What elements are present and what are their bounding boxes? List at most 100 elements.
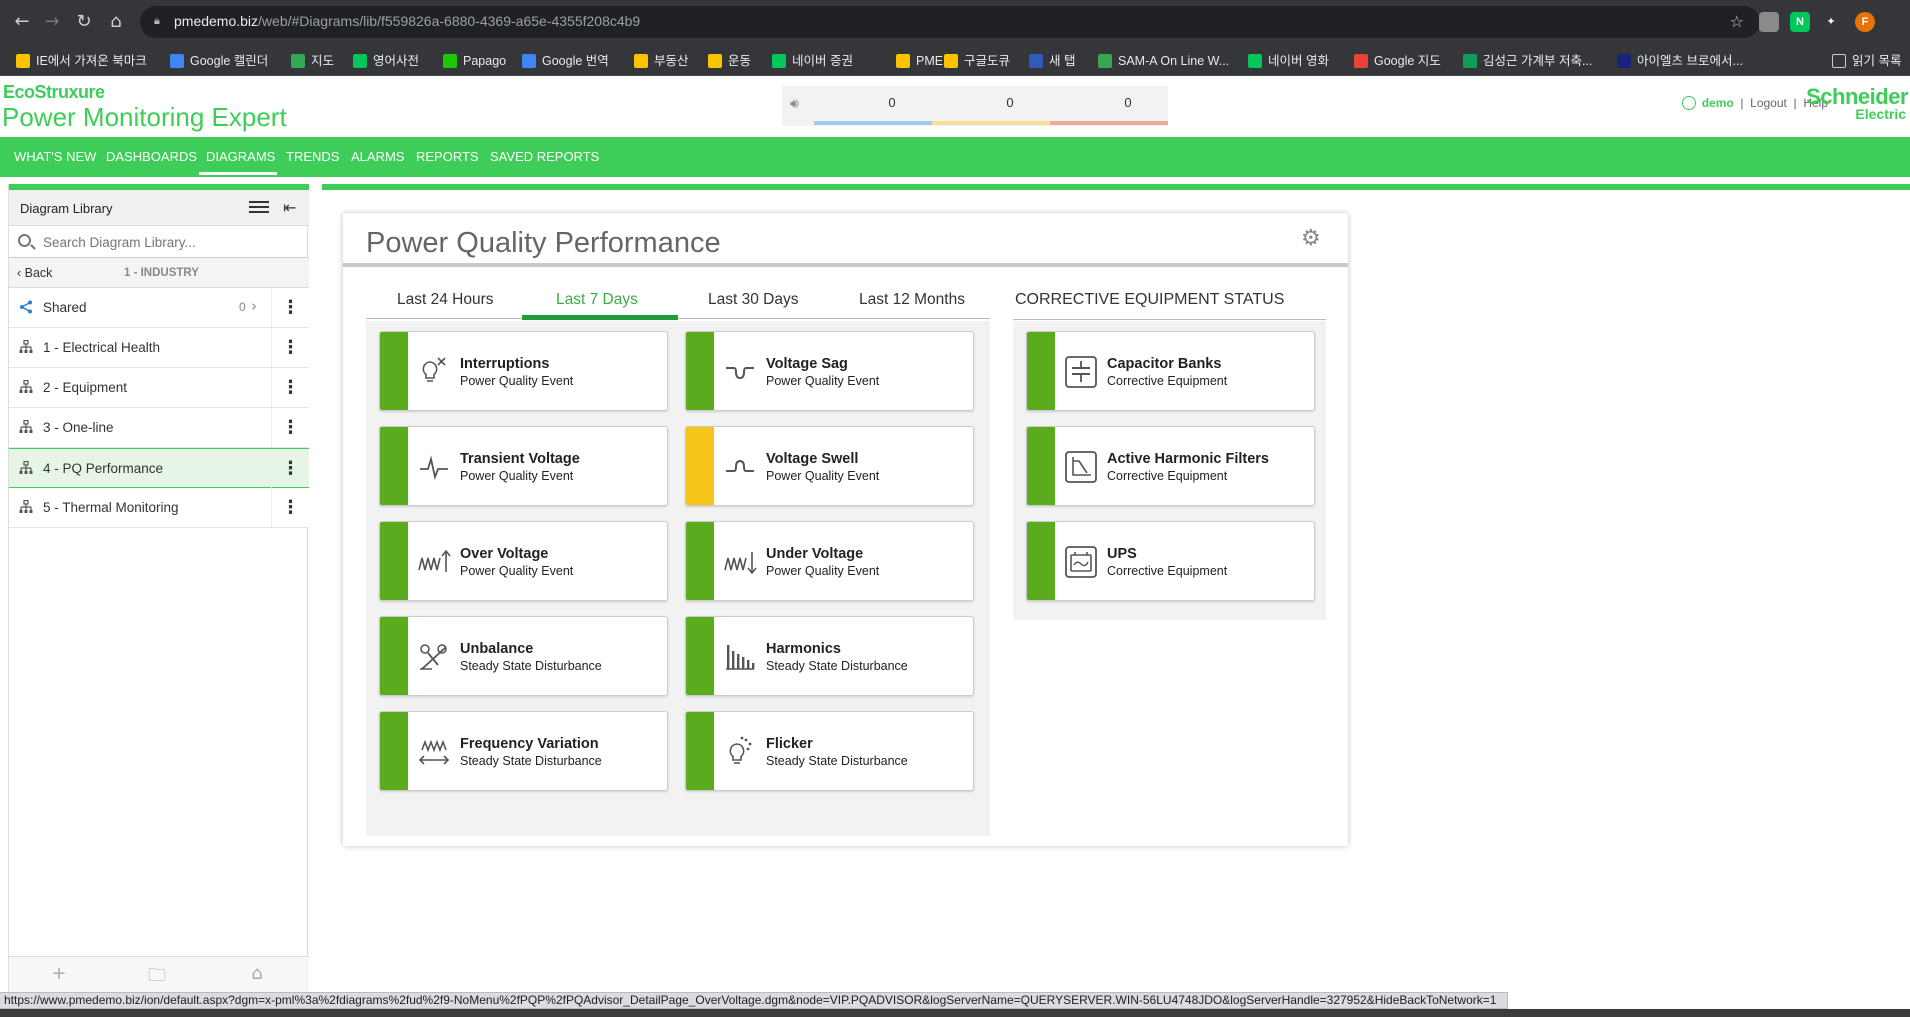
bookmark-item[interactable]: 김성근 가계부 저축...	[1461, 52, 1592, 70]
ce-tile-capacitor-banks[interactable]: Capacitor Banks Corrective Equipment	[1026, 331, 1315, 411]
alarm-bar-high	[1050, 121, 1168, 125]
bookmark-item[interactable]: IE에서 가져온 북마크	[14, 52, 147, 70]
sidebar-item-label: 2 - Equipment	[43, 380, 128, 395]
hamburger-menu-icon[interactable]	[249, 201, 269, 215]
tile-subtitle: Steady State Disturbance	[766, 754, 908, 768]
more-options-icon[interactable]: ⋮	[271, 449, 309, 488]
sidebar-item-3[interactable]: 3 - One-line ⋮	[9, 408, 309, 448]
nav-dashboards[interactable]: DASHBOARDS	[106, 149, 197, 164]
flicker-icon	[729, 736, 752, 764]
status-indicator	[380, 427, 408, 505]
bookmark-item[interactable]: 네이버 증권	[770, 52, 853, 70]
logout-link[interactable]: Logout	[1750, 96, 1787, 110]
ext-grey-icon[interactable]	[1759, 12, 1779, 32]
tab-last-7-days[interactable]: Last 7 Days	[556, 291, 638, 309]
ext-naver-icon[interactable]: N	[1790, 12, 1810, 32]
shared-count: 0	[239, 300, 246, 314]
nav-alarms[interactable]: ALARMS	[351, 149, 404, 164]
pq-tile-frequency-variation[interactable]: Frequency Variation Steady State Disturba…	[379, 711, 668, 791]
pq-tile-over-voltage[interactable]: Over Voltage Power Quality Event	[379, 521, 668, 601]
bookmark-item[interactable]: PME	[894, 52, 943, 70]
sidebar-item-label: Shared	[43, 300, 87, 315]
pq-tile-voltage-swell[interactable]: Voltage Swell Power Quality Event	[685, 426, 974, 506]
tab-last-30-days[interactable]: Last 30 Days	[708, 291, 798, 309]
bookmark-item[interactable]: 지도	[289, 52, 334, 70]
pq-tile-transient-voltage[interactable]: Transient Voltage Power Quality Event	[379, 426, 668, 506]
bookmark-item[interactable]: 새 탭	[1027, 52, 1075, 70]
voltage-swell-icon	[726, 459, 754, 472]
user-icon	[1681, 96, 1696, 110]
tab-last-12-months[interactable]: Last 12 Months	[859, 291, 965, 309]
username-link[interactable]: demo	[1702, 96, 1734, 110]
sidebar-item-shared[interactable]: Shared 0 › ⋮	[9, 288, 309, 328]
tile-subtitle: Corrective Equipment	[1107, 469, 1228, 483]
reload-icon[interactable]: ↻	[72, 10, 96, 34]
bookmark-item[interactable]: 아이엘츠 브로에서...	[1615, 52, 1743, 70]
url-text[interactable]: pmedemo.biz/web/#Diagrams/lib/f559826a-6…	[174, 13, 640, 29]
bookmark-item[interactable]: SAM-A On Line W...	[1096, 52, 1229, 70]
more-options-icon[interactable]: ⋮	[271, 368, 309, 407]
ext-puzzle-icon[interactable]: ✦	[1821, 12, 1841, 32]
hierarchy-icon	[19, 420, 33, 433]
pq-tile-harmonics[interactable]: Harmonics Steady State Disturbance	[685, 616, 974, 696]
ce-tile-ups[interactable]: UPS Corrective Equipment	[1026, 521, 1315, 601]
over-voltage-icon	[418, 549, 451, 572]
bookmark-item[interactable]: Google 번역	[520, 52, 609, 70]
bookmark-item[interactable]: 구글도큐	[942, 52, 1010, 70]
more-options-icon[interactable]: ⋮	[271, 488, 309, 527]
pq-tile-unbalance[interactable]: Unbalance Steady State Disturbance	[379, 616, 668, 696]
nav-trends[interactable]: TRENDS	[286, 149, 339, 164]
pq-tile-voltage-sag[interactable]: Voltage Sag Power Quality Event	[685, 331, 974, 411]
ext-profile-icon[interactable]: F	[1855, 12, 1875, 32]
home-folder-icon[interactable]: ⌂	[237, 963, 277, 989]
more-options-icon[interactable]: ⋮	[271, 408, 309, 447]
bookmark-icon	[772, 54, 786, 68]
nav-saved-reports[interactable]: SAVED REPORTS	[490, 149, 599, 164]
bookmark-item[interactable]: Google 캘린더	[168, 52, 268, 70]
nav-reports[interactable]: REPORTS	[416, 149, 479, 164]
sidebar-item-4[interactable]: 4 - PQ Performance ⋮	[9, 448, 309, 488]
bookmark-item[interactable]: Google 지도	[1352, 52, 1441, 70]
tile-subtitle: Steady State Disturbance	[460, 659, 602, 673]
alarm-count-low[interactable]: 0	[872, 95, 912, 110]
sidebar-item-2[interactable]: 2 - Equipment ⋮	[9, 368, 309, 408]
pq-tile-flicker[interactable]: Flicker Steady State Disturbance	[685, 711, 974, 791]
pq-tile-under-voltage[interactable]: Under Voltage Power Quality Event	[685, 521, 974, 601]
harmonic-filter-icon	[1065, 451, 1097, 483]
new-folder-icon[interactable]: 🗀︎	[137, 963, 177, 989]
back-arrow-icon[interactable]: ←	[10, 10, 34, 34]
nav-whats-new[interactable]: WHAT'S NEW	[14, 149, 96, 164]
bookmark-item[interactable]: 네이버 영화	[1246, 52, 1329, 70]
bookmark-icon	[16, 54, 30, 68]
gear-icon[interactable]: ⚙︎	[1301, 227, 1325, 251]
alarm-count-high[interactable]: 0	[1108, 95, 1148, 110]
bookmark-star-icon[interactable]: ☆	[1730, 12, 1744, 31]
sidebar-item-5[interactable]: 5 - Thermal Monitoring ⋮	[9, 488, 309, 528]
status-bar-url: https://www.pmedemo.biz/ion/default.aspx…	[0, 992, 1508, 1009]
back-button[interactable]: ‹ Back	[17, 266, 52, 280]
alarm-summary[interactable]: 🔊︎ 0 0 0	[782, 86, 1168, 126]
sidebar-item-1[interactable]: 1 - Electrical Health ⋮	[9, 328, 309, 368]
more-options-icon[interactable]: ⋮	[271, 328, 309, 367]
nav-diagrams[interactable]: DIAGRAMS	[206, 149, 275, 164]
add-icon[interactable]: +	[39, 963, 79, 989]
bookmark-item[interactable]: Papago	[441, 52, 506, 70]
harmonics-icon	[726, 645, 755, 670]
address-bar[interactable]: 🔒︎ pmedemo.biz/web/#Diagrams/lib/f559826…	[140, 6, 1760, 38]
speaker-icon[interactable]: 🔊︎	[790, 96, 799, 112]
more-options-icon[interactable]: ⋮	[271, 288, 309, 327]
bookmark-item[interactable]: 영어사전	[351, 52, 419, 70]
pq-tile-interruptions[interactable]: Interruptions Power Quality Event	[379, 331, 668, 411]
search-input[interactable]	[43, 232, 298, 252]
sidebar-header: Diagram Library ⇤	[9, 190, 309, 226]
alarm-count-medium[interactable]: 0	[990, 95, 1030, 110]
forward-arrow-icon[interactable]: →	[40, 10, 64, 34]
bookmark-item[interactable]: 운동	[706, 52, 751, 70]
tab-last-24-hours[interactable]: Last 24 Hours	[397, 291, 494, 309]
ce-tile-active-harmonic-filters[interactable]: Active Harmonic Filters Corrective Equipm…	[1026, 426, 1315, 506]
bookmark-item[interactable]: 부동산	[632, 52, 689, 70]
home-icon[interactable]: ⌂	[104, 10, 128, 34]
collapse-sidebar-icon[interactable]: ⇤	[283, 198, 296, 217]
chevron-right-icon[interactable]: ›	[251, 297, 257, 315]
reading-list-button[interactable]: 읽기 목록	[1830, 52, 1901, 70]
